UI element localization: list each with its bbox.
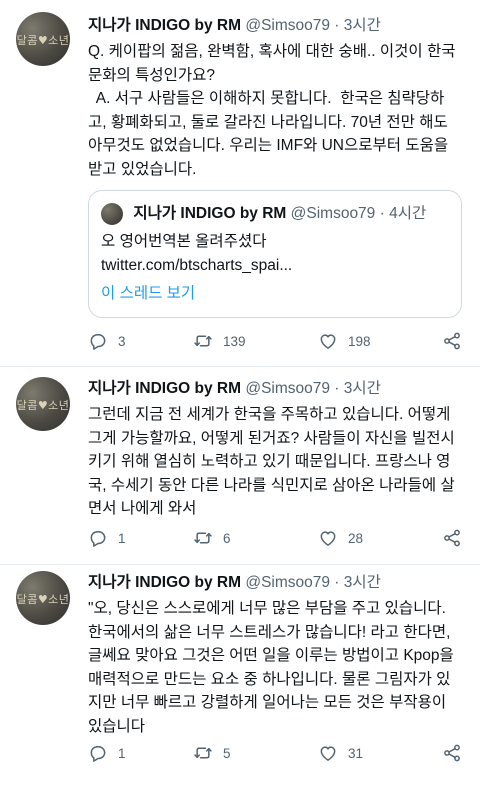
like-button[interactable]: 198 [318,329,371,353]
tweet[interactable]: 달콤♥소년 지나가 INDIGO by RM @Simsoo79 · 3시간 Q… [0,0,480,367]
like-count: 198 [348,333,371,349]
reply-icon [90,746,106,762]
share-icon [444,744,460,762]
reply-icon [90,531,106,547]
avatar-text: 달콤♥소년 [16,34,70,47]
share-button[interactable] [442,329,462,353]
reply-count: 3 [118,333,126,349]
tweet-line: 국, 수세기 동안 다른 나라를 식민지로 삼아온 나라들에 살 [88,476,455,494]
retweet-button[interactable]: 6 [193,526,231,550]
quoted-display-name: 지나가 INDIGO by RM [133,205,287,222]
quoted-text: 오 영어번역본 올려주셨다 [101,233,267,250]
like-button[interactable]: 28 [318,526,363,550]
tweet-line: 있습니다 [88,717,146,735]
tweet-line: 지만 너무 빠르고 강렬하게 일어나는 모든 것은 부작용이 [88,694,447,711]
action-bar: 1 6 28 [88,526,468,550]
tweet-line: "오, 당신은 스스로에게 너무 많은 부담을 주고 있습니다. [88,600,446,617]
quoted-handle-time: @Simsoo79 · 4시간 [290,205,427,222]
avatar-text: 달콤♥소년 [16,399,70,412]
retweet-count: 139 [223,333,246,349]
handle-time[interactable]: @Simsoo79 · 3시간 [245,380,381,397]
share-icon [444,529,460,547]
action-bar: 1 5 31 [88,741,468,765]
reply-icon [90,334,106,350]
tweet[interactable]: 달콤♥소년 지나가 INDIGO by RM @Simsoo79 · 3시간 그… [0,367,480,565]
quoted-link[interactable]: twitter.com/btscharts_spai... [101,255,292,277]
tweet-header: 지나가 INDIGO by RM @Simsoo79 · 3시간 [88,573,464,593]
like-count: 31 [348,745,364,761]
tweet-line: 면서 나에게 와서 [88,500,197,517]
retweet-button[interactable]: 5 [193,741,231,765]
tweet-line: 한국에서의 삶은 너무 스트레스가 많습니다! 라고 한다면, [88,623,451,641]
display-name[interactable]: 지나가 INDIGO by RM [88,17,241,34]
reply-count: 1 [118,745,126,761]
tweet-header: 지나가 INDIGO by RM @Simsoo79 · 3시간 [88,379,464,399]
like-button[interactable]: 31 [318,741,363,765]
share-icon [444,332,460,350]
avatar-text: 달콤♥소년 [16,593,70,606]
quoted-tweet[interactable]: 지나가 INDIGO by RM @Simsoo79 · 4시간 오 영어번역본… [88,190,462,318]
retweet-icon [194,335,212,347]
reply-count: 1 [118,530,126,546]
retweet-icon [194,532,212,544]
tweet-line: A. 서구 사람들은 이해하지 못합니다. 한국은 침략당하 [88,90,445,107]
tweet-line: 글쎄요 맞아요 그것은 어떤 일을 이루는 방법이고 Kpop을 [88,647,454,664]
tweet[interactable]: 달콤♥소년 지나가 INDIGO by RM @Simsoo79 · 3시간 "… [0,565,480,789]
reply-button[interactable]: 1 [88,741,126,765]
tweet-text: "오, 당신은 스스로에게 너무 많은 부담을 주고 있습니다. 한국에서의 삶… [88,597,468,738]
share-button[interactable] [442,741,462,765]
tweet-line: 매력적으로 만드는 요소 중 하나입니다. 물론 그림자가 있 [88,670,451,688]
tweet-text: Q. 케이팝의 젊음, 완벽함, 혹사에 대한 숭배.. 이것이 한국 문화의 … [88,40,468,181]
avatar[interactable]: 달콤♥소년 [16,377,70,431]
display-name[interactable]: 지나가 INDIGO by RM [88,380,241,397]
heart-icon [320,334,336,349]
tweet-line: 그게 가능할까요, 어떻게 된거죠? 사람들이 자신을 빌전시 [88,429,455,447]
show-thread-link[interactable]: 이 스레드 보기 [101,283,195,305]
heart-icon [320,746,336,761]
share-button[interactable] [442,526,462,550]
like-count: 28 [348,530,364,546]
reply-button[interactable]: 3 [88,329,126,353]
tweet-line: 고, 황폐화되고, 둘로 갈라진 나라입니다. 70년 전만 해도 [88,113,448,131]
avatar[interactable]: 달콤♥소년 [16,571,70,625]
quoted-avatar [101,203,123,225]
tweet-line: 문화의 특성인가요? [88,66,216,84]
avatar[interactable]: 달콤♥소년 [16,12,70,66]
handle-time[interactable]: @Simsoo79 · 3시간 [245,574,381,591]
reply-button[interactable]: 1 [88,526,126,550]
tweet-header: 지나가 INDIGO by RM @Simsoo79 · 3시간 [88,16,464,36]
retweet-icon [194,747,212,759]
retweet-button[interactable]: 139 [193,329,246,353]
heart-icon [320,531,336,546]
retweet-count: 5 [223,745,231,761]
tweet-line: Q. 케이팝의 젊음, 완벽함, 혹사에 대한 숭배.. 이것이 한국 [88,43,456,60]
retweet-count: 6 [223,530,231,546]
display-name[interactable]: 지나가 INDIGO by RM [88,574,241,591]
tweet-line: 그런데 지금 전 세계가 한국을 주목하고 있습니다. 어떻게 [88,406,451,423]
quoted-header: 지나가 INDIGO by RM @Simsoo79 · 4시간 [101,203,426,225]
handle-time[interactable]: @Simsoo79 · 3시간 [245,17,381,34]
tweet-line: 받고 있었습니다. [88,160,197,178]
tweet-line: 키기 위해 열심히 노력하고 있기 때문입니다. 프랑스나 영 [88,453,451,470]
tweet-line: 아무것도 없었습니다. 우리는 IMF와 UN으로부터 도움을 [88,137,449,154]
tweet-text: 그런데 지금 전 세계가 한국을 주목하고 있습니다. 어떻게 그게 가능할까요… [88,403,468,521]
action-bar: 3 139 198 [88,329,468,353]
